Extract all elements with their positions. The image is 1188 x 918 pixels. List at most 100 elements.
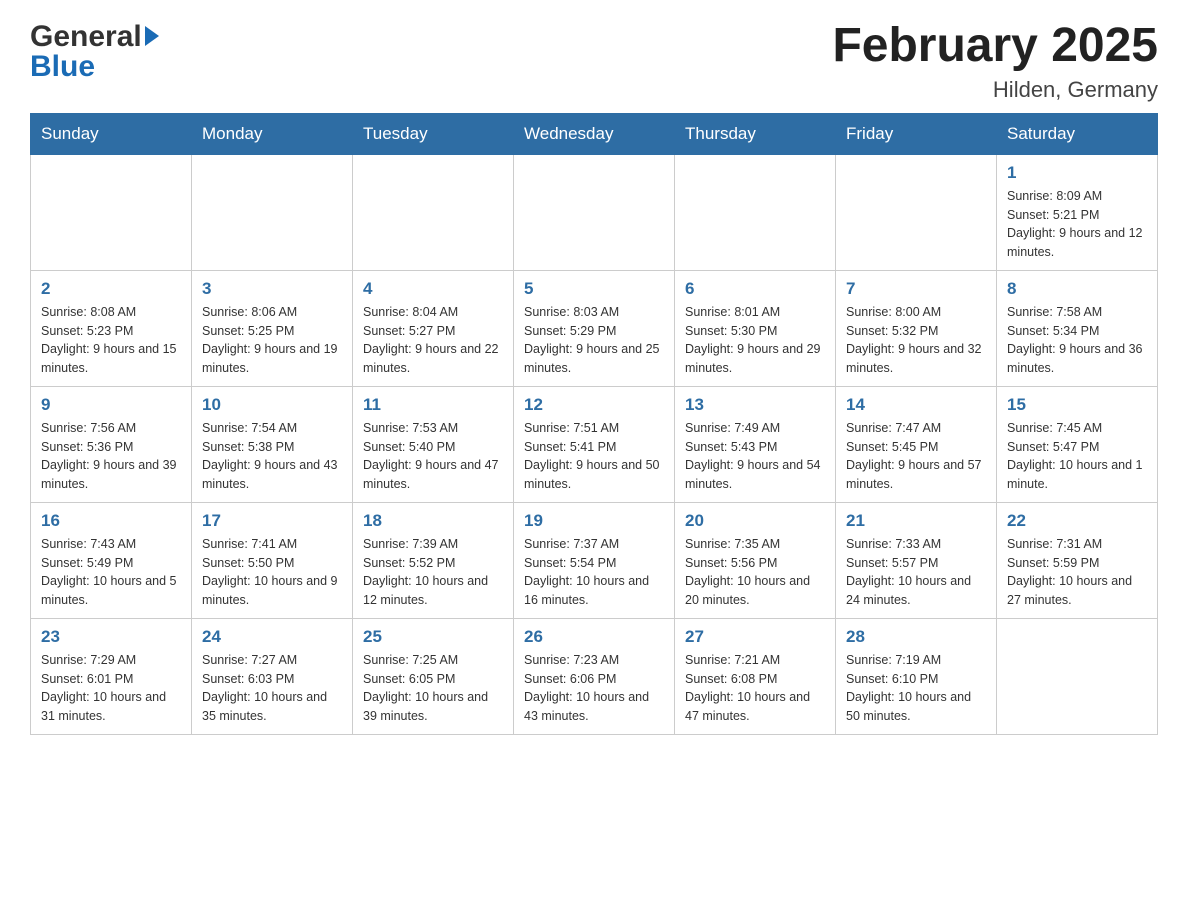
calendar-week-row: 1 Sunrise: 8:09 AM Sunset: 5:21 PM Daylig… [31, 154, 1158, 270]
day-info: Sunrise: 8:06 AM Sunset: 5:25 PM Dayligh… [202, 303, 342, 378]
day-number: 3 [202, 279, 342, 299]
day-info: Sunrise: 8:01 AM Sunset: 5:30 PM Dayligh… [685, 303, 825, 378]
day-info: Sunrise: 7:39 AM Sunset: 5:52 PM Dayligh… [363, 535, 503, 610]
day-info: Sunrise: 7:23 AM Sunset: 6:06 PM Dayligh… [524, 651, 664, 726]
calendar-cell: 4 Sunrise: 8:04 AM Sunset: 5:27 PM Daylig… [353, 270, 514, 386]
day-info: Sunrise: 7:53 AM Sunset: 5:40 PM Dayligh… [363, 419, 503, 494]
calendar-cell [192, 154, 353, 270]
day-number: 5 [524, 279, 664, 299]
calendar-header-row: SundayMondayTuesdayWednesdayThursdayFrid… [31, 113, 1158, 154]
calendar-cell [31, 154, 192, 270]
day-info: Sunrise: 7:41 AM Sunset: 5:50 PM Dayligh… [202, 535, 342, 610]
calendar-cell: 17 Sunrise: 7:41 AM Sunset: 5:50 PM Dayli… [192, 502, 353, 618]
day-info: Sunrise: 7:27 AM Sunset: 6:03 PM Dayligh… [202, 651, 342, 726]
day-number: 27 [685, 627, 825, 647]
day-number: 1 [1007, 163, 1147, 183]
calendar-cell [514, 154, 675, 270]
calendar-cell: 9 Sunrise: 7:56 AM Sunset: 5:36 PM Daylig… [31, 386, 192, 502]
calendar-cell: 21Sunrise: 7:33 AM Sunset: 5:57 PM Dayli… [836, 502, 997, 618]
day-number: 28 [846, 627, 986, 647]
calendar-cell: 10 Sunrise: 7:54 AM Sunset: 5:38 PM Dayli… [192, 386, 353, 502]
calendar-cell: 28 Sunrise: 7:19 AM Sunset: 6:10 PM Dayli… [836, 618, 997, 734]
day-number: 18 [363, 511, 503, 531]
day-info: Sunrise: 7:37 AM Sunset: 5:54 PM Dayligh… [524, 535, 664, 610]
day-info: Sunrise: 7:47 AM Sunset: 5:45 PM Dayligh… [846, 419, 986, 494]
weekday-header-tuesday: Tuesday [353, 113, 514, 154]
day-number: 14 [846, 395, 986, 415]
page-header: General Blue February 2025 Hilden, Germa… [30, 20, 1158, 103]
calendar-cell: 5 Sunrise: 8:03 AM Sunset: 5:29 PM Daylig… [514, 270, 675, 386]
day-info: Sunrise: 8:00 AM Sunset: 5:32 PM Dayligh… [846, 303, 986, 378]
day-info: Sunrise: 7:49 AM Sunset: 5:43 PM Dayligh… [685, 419, 825, 494]
day-info: Sunrise: 7:51 AM Sunset: 5:41 PM Dayligh… [524, 419, 664, 494]
day-number: 13 [685, 395, 825, 415]
weekday-header-saturday: Saturday [997, 113, 1158, 154]
location-label: Hilden, Germany [832, 77, 1158, 103]
day-number: 22 [1007, 511, 1147, 531]
logo: General Blue [30, 20, 159, 84]
day-number: 17 [202, 511, 342, 531]
day-info: Sunrise: 7:54 AM Sunset: 5:38 PM Dayligh… [202, 419, 342, 494]
weekday-header-friday: Friday [836, 113, 997, 154]
day-number: 24 [202, 627, 342, 647]
day-info: Sunrise: 7:19 AM Sunset: 6:10 PM Dayligh… [846, 651, 986, 726]
calendar-cell: 27 Sunrise: 7:21 AM Sunset: 6:08 PM Dayli… [675, 618, 836, 734]
calendar-cell [997, 618, 1158, 734]
day-number: 15 [1007, 395, 1147, 415]
day-info: Sunrise: 8:04 AM Sunset: 5:27 PM Dayligh… [363, 303, 503, 378]
calendar-cell: 15 Sunrise: 7:45 AM Sunset: 5:47 PM Dayli… [997, 386, 1158, 502]
day-number: 9 [41, 395, 181, 415]
calendar-cell: 16Sunrise: 7:43 AM Sunset: 5:49 PM Dayli… [31, 502, 192, 618]
calendar-cell: 24 Sunrise: 7:27 AM Sunset: 6:03 PM Dayli… [192, 618, 353, 734]
day-number: 26 [524, 627, 664, 647]
day-number: 19 [524, 511, 664, 531]
calendar-cell: 6 Sunrise: 8:01 AM Sunset: 5:30 PM Daylig… [675, 270, 836, 386]
calendar-cell: 22Sunrise: 7:31 AM Sunset: 5:59 PM Dayli… [997, 502, 1158, 618]
calendar-cell: 1 Sunrise: 8:09 AM Sunset: 5:21 PM Daylig… [997, 154, 1158, 270]
calendar-cell: 2 Sunrise: 8:08 AM Sunset: 5:23 PM Daylig… [31, 270, 192, 386]
day-number: 2 [41, 279, 181, 299]
month-title: February 2025 [832, 20, 1158, 73]
title-section: February 2025 Hilden, Germany [832, 20, 1158, 103]
day-info: Sunrise: 8:03 AM Sunset: 5:29 PM Dayligh… [524, 303, 664, 378]
day-number: 21 [846, 511, 986, 531]
calendar-table: SundayMondayTuesdayWednesdayThursdayFrid… [30, 113, 1158, 735]
day-number: 4 [363, 279, 503, 299]
day-info: Sunrise: 7:25 AM Sunset: 6:05 PM Dayligh… [363, 651, 503, 726]
calendar-cell: 26 Sunrise: 7:23 AM Sunset: 6:06 PM Dayli… [514, 618, 675, 734]
calendar-week-row: 2 Sunrise: 8:08 AM Sunset: 5:23 PM Daylig… [31, 270, 1158, 386]
day-number: 20 [685, 511, 825, 531]
calendar-cell: 12 Sunrise: 7:51 AM Sunset: 5:41 PM Dayli… [514, 386, 675, 502]
weekday-header-thursday: Thursday [675, 113, 836, 154]
day-info: Sunrise: 7:56 AM Sunset: 5:36 PM Dayligh… [41, 419, 181, 494]
calendar-cell: 8 Sunrise: 7:58 AM Sunset: 5:34 PM Daylig… [997, 270, 1158, 386]
day-number: 6 [685, 279, 825, 299]
day-info: Sunrise: 7:35 AM Sunset: 5:56 PM Dayligh… [685, 535, 825, 610]
day-info: Sunrise: 8:09 AM Sunset: 5:21 PM Dayligh… [1007, 187, 1147, 262]
weekday-header-monday: Monday [192, 113, 353, 154]
day-info: Sunrise: 8:08 AM Sunset: 5:23 PM Dayligh… [41, 303, 181, 378]
calendar-week-row: 16Sunrise: 7:43 AM Sunset: 5:49 PM Dayli… [31, 502, 1158, 618]
calendar-cell [675, 154, 836, 270]
day-number: 12 [524, 395, 664, 415]
calendar-cell: 7 Sunrise: 8:00 AM Sunset: 5:32 PM Daylig… [836, 270, 997, 386]
weekday-header-sunday: Sunday [31, 113, 192, 154]
calendar-cell: 14 Sunrise: 7:47 AM Sunset: 5:45 PM Dayli… [836, 386, 997, 502]
calendar-cell: 13 Sunrise: 7:49 AM Sunset: 5:43 PM Dayli… [675, 386, 836, 502]
calendar-cell: 25 Sunrise: 7:25 AM Sunset: 6:05 PM Dayli… [353, 618, 514, 734]
day-info: Sunrise: 7:58 AM Sunset: 5:34 PM Dayligh… [1007, 303, 1147, 378]
day-info: Sunrise: 7:45 AM Sunset: 5:47 PM Dayligh… [1007, 419, 1147, 494]
day-number: 10 [202, 395, 342, 415]
day-info: Sunrise: 7:29 AM Sunset: 6:01 PM Dayligh… [41, 651, 181, 726]
day-number: 25 [363, 627, 503, 647]
calendar-cell: 20 Sunrise: 7:35 AM Sunset: 5:56 PM Dayli… [675, 502, 836, 618]
day-number: 7 [846, 279, 986, 299]
day-info: Sunrise: 7:21 AM Sunset: 6:08 PM Dayligh… [685, 651, 825, 726]
day-info: Sunrise: 7:43 AM Sunset: 5:49 PM Dayligh… [41, 535, 181, 610]
weekday-header-wednesday: Wednesday [514, 113, 675, 154]
day-number: 8 [1007, 279, 1147, 299]
calendar-week-row: 23 Sunrise: 7:29 AM Sunset: 6:01 PM Dayli… [31, 618, 1158, 734]
logo-blue-text: Blue [30, 50, 95, 84]
calendar-cell: 11Sunrise: 7:53 AM Sunset: 5:40 PM Dayli… [353, 386, 514, 502]
day-number: 23 [41, 627, 181, 647]
